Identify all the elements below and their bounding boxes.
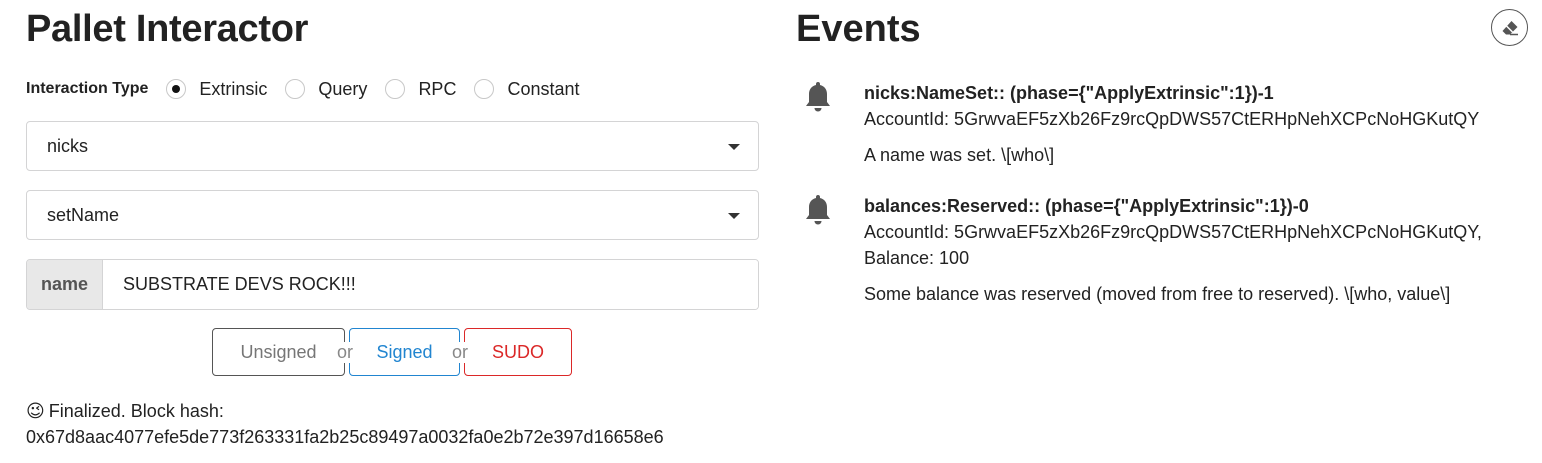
events-panel: Events nicks:NameSet:: (phase={"ApplyExt… [796,0,1542,463]
callable-dropdown-value: setName [47,204,120,225]
event-item: nicks:NameSet:: (phase={"ApplyExtrinsic"… [796,80,1526,175]
radio-rpc-label: RPC [418,78,457,99]
clear-events-button[interactable] [1491,9,1528,46]
event-header: nicks:NameSet:: (phase={"ApplyExtrinsic"… [864,83,1274,103]
wink-emoji-icon: 😉 [26,401,45,421]
submit-button-group: Unsigned or Signed or SUDO [212,328,572,376]
event-data: AccountId: 5GrwvaEF5zXb26Fz9rcQpDWS57CtE… [864,222,1482,242]
radio-extrinsic-circle[interactable] [166,79,187,99]
radio-constant-circle[interactable] [474,79,495,99]
radio-rpc-circle[interactable] [385,79,406,99]
event-description: A name was set. \[who\] [864,145,1055,165]
bell-icon [806,195,830,225]
event-body: balances:Reserved:: (phase={"ApplyExtrin… [864,193,1524,307]
event-body: nicks:NameSet:: (phase={"ApplyExtrinsic"… [864,80,1524,168]
event-data-balance: Balance: 100 [864,248,970,268]
transaction-status: 😉 Finalized. Block hash: 0x67d8aac4077ef… [26,398,664,450]
name-param-label: name [27,260,103,309]
unsigned-button[interactable]: Unsigned [212,328,345,376]
events-title: Events [796,8,921,50]
signed-button[interactable]: Signed [349,328,460,376]
name-param-group: name SUBSTRATE DEVS ROCK!!! [26,259,759,310]
name-param-input[interactable]: SUBSTRATE DEVS ROCK!!! [103,260,758,309]
pallet-dropdown[interactable]: nicks [26,121,759,171]
pallet-interactor-panel: Pallet Interactor Interaction Type Extri… [26,0,759,463]
radio-query[interactable]: Query [285,79,367,100]
event-item: balances:Reserved:: (phase={"ApplyExtrin… [796,193,1526,318]
status-text: Finalized. Block hash: [48,401,224,421]
event-description: Some balance was reserved (moved from fr… [864,284,1451,304]
chevron-down-icon [728,144,740,150]
pallet-interactor-title: Pallet Interactor [26,8,309,50]
radio-extrinsic[interactable]: Extrinsic [166,79,267,100]
pallet-dropdown-value: nicks [47,135,89,156]
eraser-icon [1502,20,1518,35]
or-text: or [337,341,354,363]
radio-extrinsic-label: Extrinsic [199,78,268,99]
radio-constant-label: Constant [507,78,580,99]
radio-constant[interactable]: Constant [474,78,580,100]
or-text: or [452,341,469,363]
interaction-type-group: Interaction Type Extrinsic Query RPC Con… [26,76,598,102]
event-header: balances:Reserved:: (phase={"ApplyExtrin… [864,196,1309,216]
bell-icon [806,82,830,112]
interaction-type-label: Interaction Type [26,80,149,97]
radio-query-circle[interactable] [285,79,306,99]
event-data: AccountId: 5GrwvaEF5zXb26Fz9rcQpDWS57CtE… [864,109,1480,129]
sudo-button[interactable]: SUDO [464,328,572,376]
status-line: 😉 Finalized. Block hash: [26,398,664,424]
radio-query-label: Query [318,78,368,99]
callable-dropdown[interactable]: setName [26,190,759,240]
block-hash: 0x67d8aac4077efe5de773f263331fa2b25c8949… [26,427,664,447]
chevron-down-icon [728,213,740,219]
radio-rpc[interactable]: RPC [385,79,456,100]
